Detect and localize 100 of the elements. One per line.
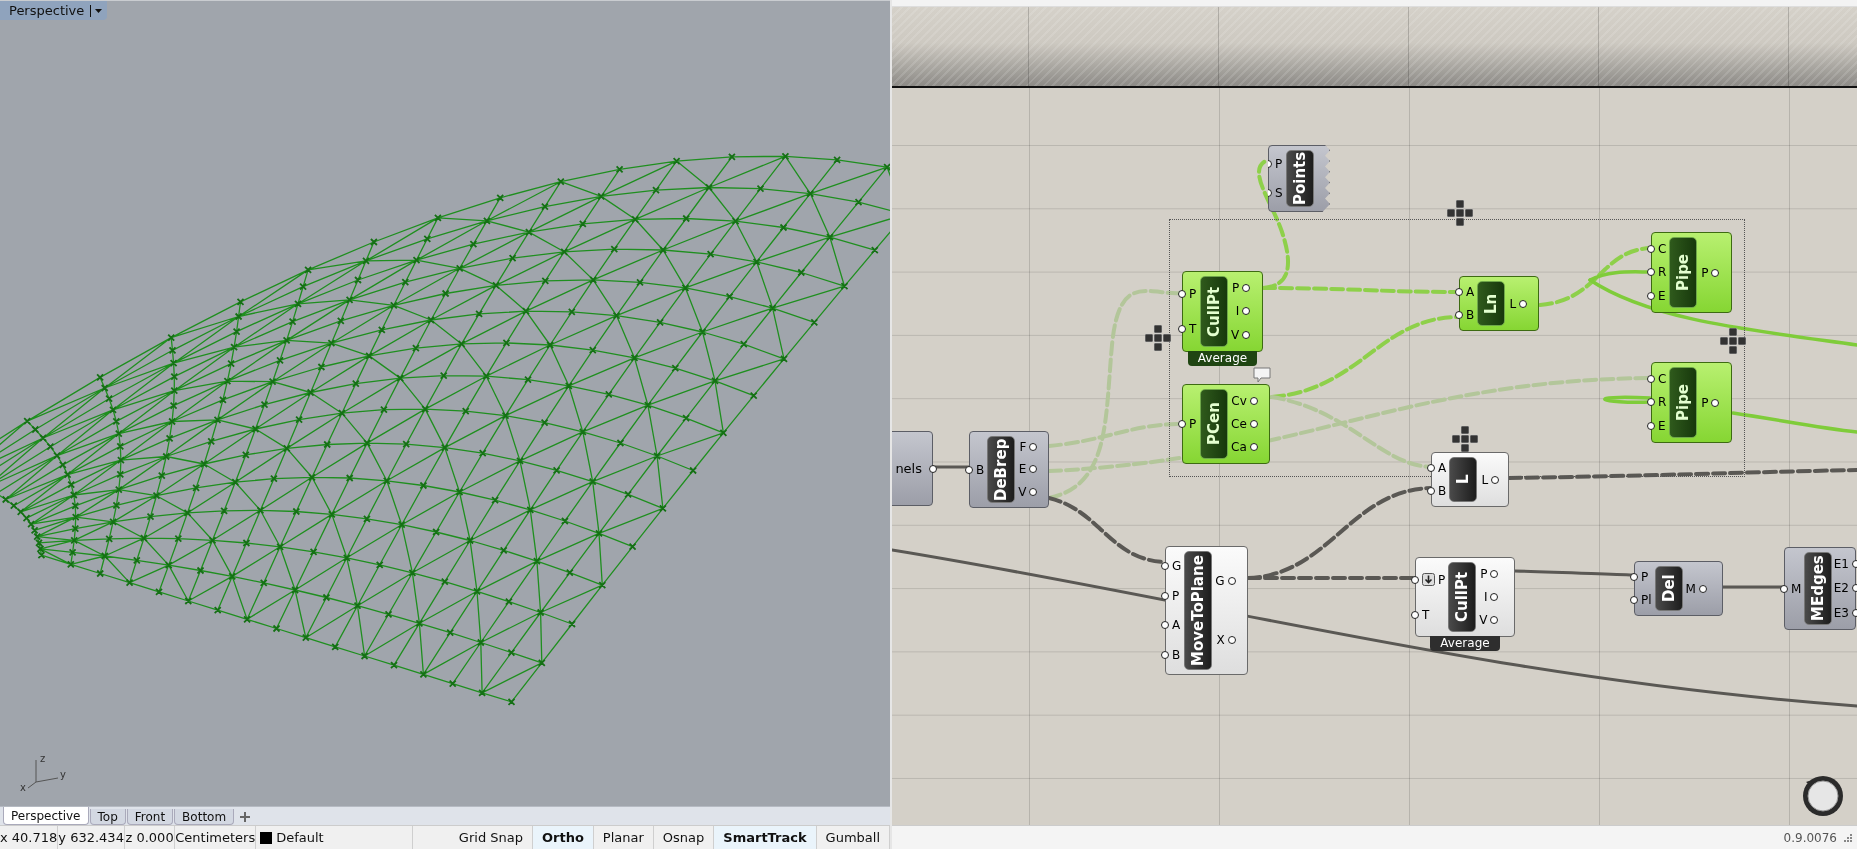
input-port-icon[interactable] (1455, 288, 1463, 297)
output-label: M (1685, 581, 1696, 596)
resize-grip-icon[interactable] (1843, 832, 1853, 843)
component-footer-label: Average (1430, 636, 1500, 651)
viewport-tab[interactable]: Perspective (3, 807, 89, 825)
input-label: B (976, 462, 985, 477)
input-label: Pl (1641, 592, 1652, 607)
input-port-icon[interactable] (1178, 289, 1186, 298)
status-toggle[interactable]: SmartTrack (714, 826, 817, 849)
input-port-icon[interactable] (1161, 621, 1169, 630)
component-title: L (1449, 457, 1478, 502)
group-handle-icon[interactable] (1720, 328, 1746, 354)
axis-label: z (40, 753, 46, 764)
input-port-icon[interactable] (1647, 374, 1655, 383)
output-port-icon[interactable] (1242, 283, 1251, 292)
input-port-icon[interactable] (1178, 420, 1186, 428)
input-port-icon[interactable] (1647, 398, 1655, 407)
input-port-icon[interactable] (1161, 591, 1169, 600)
output-port-icon[interactable] (1227, 576, 1236, 585)
output-label: P (1480, 566, 1488, 581)
layer-name[interactable]: Default (276, 830, 324, 845)
input-port-icon[interactable] (1630, 595, 1638, 604)
output-port-icon[interactable] (1242, 331, 1251, 340)
output-port-icon[interactable] (929, 464, 937, 473)
input-port-icon[interactable] (1647, 268, 1655, 277)
viewport-tab[interactable]: Bottom (174, 809, 235, 825)
units-label: Centimeters (175, 826, 257, 849)
input-port-icon[interactable] (1647, 292, 1655, 301)
output-port-icon[interactable] (1249, 443, 1258, 452)
status-toggle[interactable]: Ortho (533, 826, 594, 849)
output-label: E (1018, 462, 1027, 477)
input-port-icon[interactable] (1647, 244, 1655, 253)
input-label: C (1658, 241, 1667, 256)
input-label: A (1172, 618, 1181, 633)
output-port-icon[interactable] (1852, 560, 1857, 569)
input-label: S (1275, 185, 1283, 200)
input-port-icon[interactable] (1161, 651, 1169, 660)
input-port-icon[interactable] (1427, 464, 1435, 473)
output-port-icon[interactable] (1029, 443, 1038, 452)
group-handle-icon[interactable] (1145, 325, 1171, 351)
viewport-title[interactable]: Perspective (0, 1, 108, 20)
output-label: L (1509, 296, 1517, 311)
output-label: F (1019, 440, 1027, 455)
input-port-icon[interactable] (1411, 575, 1419, 584)
output-port-icon[interactable] (1711, 268, 1720, 277)
component-title: DeBrep (987, 436, 1016, 503)
output-label: I (1235, 304, 1240, 319)
output-label: X (1216, 633, 1225, 648)
output-label: P (1231, 280, 1240, 295)
coordinate-readout: z 0.000 (124, 826, 176, 849)
input-label: G (1172, 558, 1182, 573)
output-port-icon[interactable] (1249, 396, 1258, 405)
output-port-icon[interactable] (1249, 420, 1258, 428)
component-title: Pipe (1669, 367, 1698, 438)
input-port-icon[interactable] (1178, 325, 1186, 334)
output-port-icon[interactable] (1490, 593, 1499, 601)
output-port-icon[interactable] (1490, 616, 1499, 625)
input-label: E (1658, 419, 1666, 434)
input-label: R (1658, 265, 1667, 280)
input-label: B (1466, 307, 1475, 322)
down-arrow-icon[interactable] (1422, 573, 1435, 586)
output-port-icon[interactable] (1519, 299, 1528, 308)
group-handle-icon[interactable] (1452, 426, 1478, 452)
output-port-icon[interactable] (1491, 475, 1500, 484)
add-tab-icon[interactable] (239, 811, 252, 823)
input-port-icon[interactable] (1630, 573, 1638, 582)
component-title: Ln (1477, 281, 1506, 326)
viewport-tab[interactable]: Top (89, 809, 126, 825)
input-label: P (1189, 417, 1197, 431)
input-port-icon[interactable] (1427, 486, 1435, 495)
output-port-icon[interactable] (1711, 398, 1720, 407)
speech-bubble-icon[interactable] (1253, 367, 1271, 383)
output-label: Ca (1231, 440, 1247, 455)
input-port-icon[interactable] (1647, 422, 1655, 431)
component-title: nels (895, 461, 922, 476)
output-port-icon[interactable] (1490, 569, 1499, 578)
output-port-icon[interactable] (1698, 584, 1707, 593)
output-label: P (1701, 395, 1709, 410)
output-port-icon[interactable] (1242, 307, 1251, 316)
output-port-icon[interactable] (1852, 608, 1857, 617)
output-port-icon[interactable] (1852, 584, 1857, 593)
output-port-icon[interactable] (1227, 636, 1236, 645)
group-handle-icon[interactable] (1447, 200, 1473, 226)
output-label: E2 (1833, 581, 1849, 596)
viewport-tab[interactable]: Front (126, 809, 174, 825)
input-port-icon[interactable] (1411, 610, 1419, 619)
axis-label: y (60, 769, 66, 780)
output-label: E1 (1833, 557, 1849, 572)
input-label: M (1791, 581, 1802, 596)
input-port-icon[interactable] (1161, 561, 1169, 570)
input-label: P (1275, 157, 1283, 172)
input-port-icon[interactable] (1455, 310, 1463, 319)
input-port-icon[interactable] (1780, 584, 1788, 593)
output-port-icon[interactable] (1029, 487, 1038, 496)
output-label: V (1231, 328, 1240, 343)
output-label: L (1481, 472, 1489, 487)
input-label: P (1189, 286, 1197, 301)
input-port-icon[interactable] (965, 465, 973, 474)
component-title: MEdges (1803, 552, 1832, 625)
output-port-icon[interactable] (1029, 465, 1038, 474)
